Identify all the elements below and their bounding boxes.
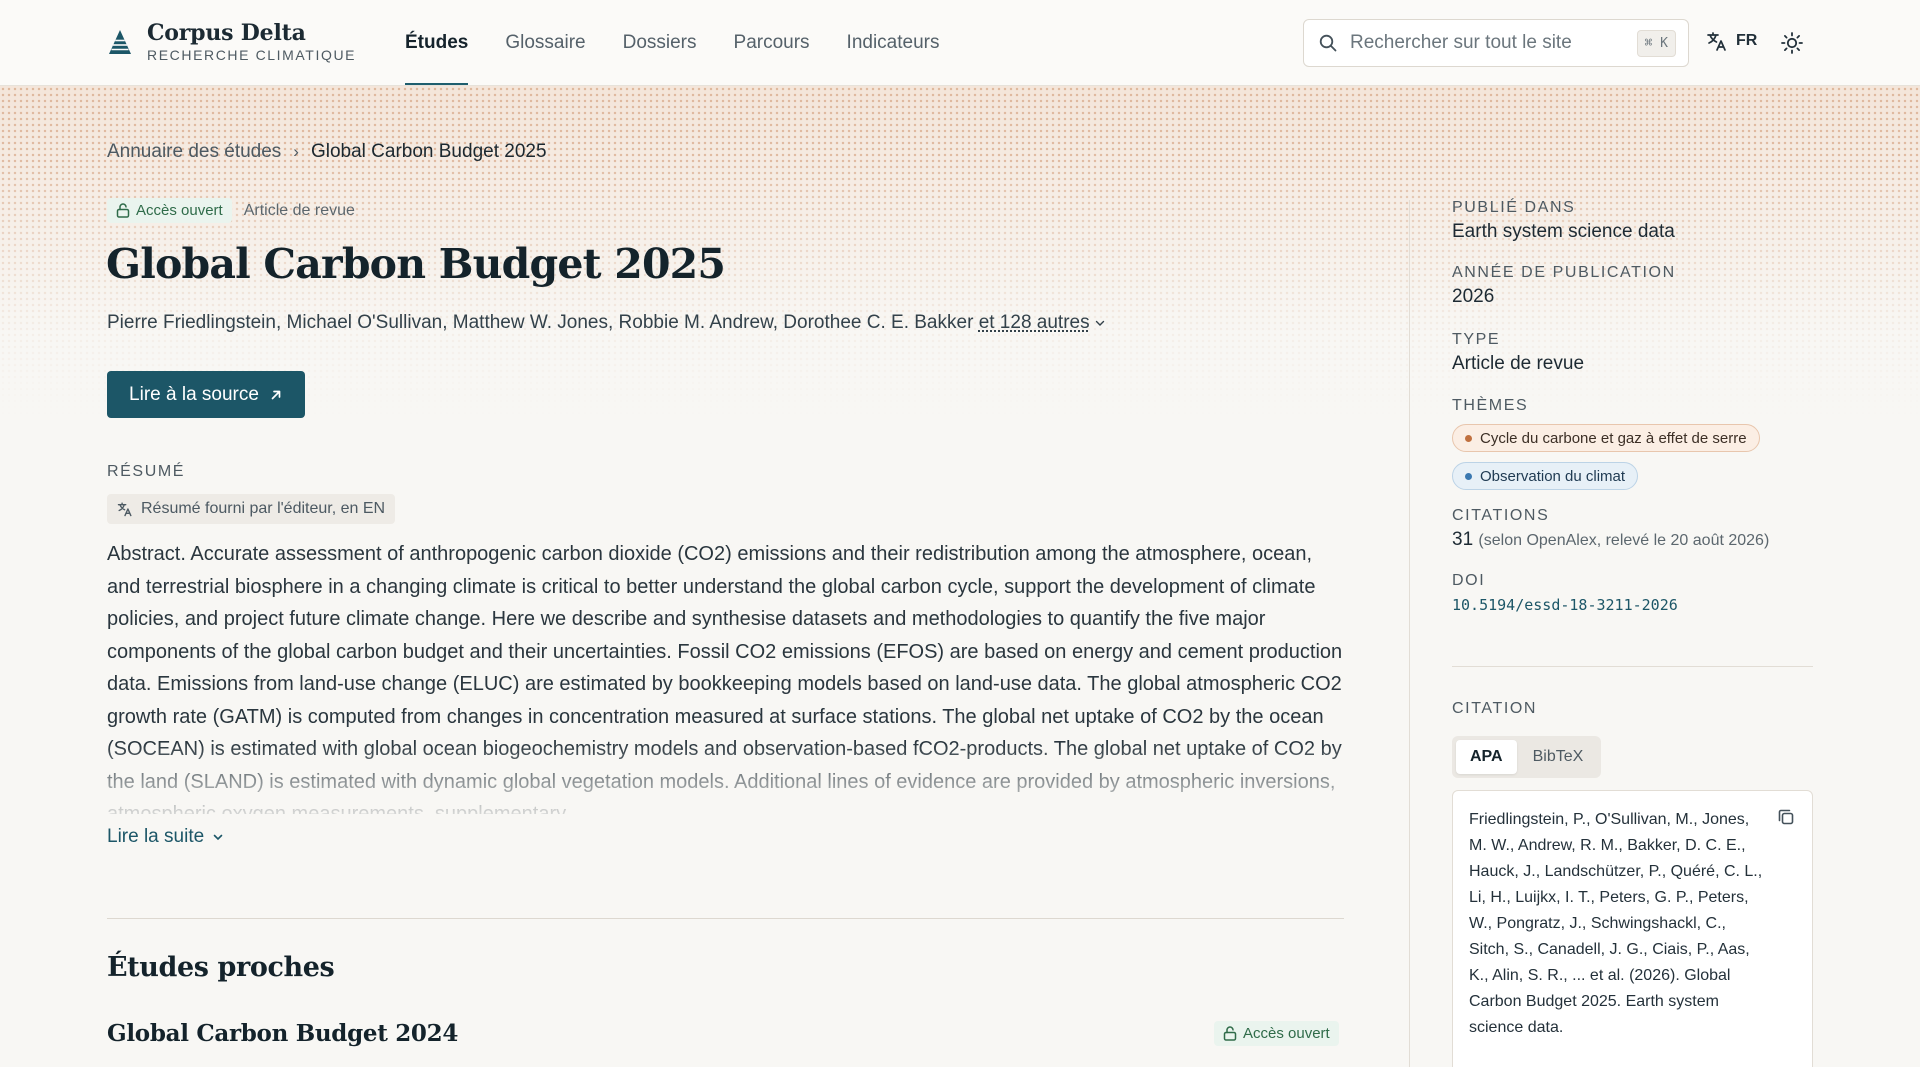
citations-note: (selon OpenAlex, relevé le 20 août 2026) xyxy=(1478,532,1769,549)
brand-name: Corpus Delta xyxy=(147,20,356,46)
brand-logo[interactable]: Corpus Delta RECHERCHE CLIMATIQUE xyxy=(107,20,356,64)
abstract-text: Abstract. Accurate assessment of anthrop… xyxy=(107,538,1347,814)
citation-heading: CITATION xyxy=(1452,700,1537,718)
tab-bibtex[interactable]: BibTeX xyxy=(1519,740,1598,774)
sidebar-divider xyxy=(1409,200,1410,1067)
meta-doi: DOI 10.5194/essd-18-3211-2026 xyxy=(1452,572,1678,614)
main-nav: Études Glossaire Dossiers Parcours Indic… xyxy=(405,0,940,86)
read-source-button[interactable]: Lire à la source xyxy=(107,371,305,418)
breadcrumb-parent[interactable]: Annuaire des études xyxy=(107,141,281,163)
nav-item-indicateurs[interactable]: Indicateurs xyxy=(847,0,940,86)
meta-label: ANNÉE DE PUBLICATION xyxy=(1452,264,1676,282)
authors-names: Pierre Friedlingstein, Michael O'Sulliva… xyxy=(107,312,973,333)
nav-item-dossiers[interactable]: Dossiers xyxy=(623,0,697,86)
chevron-right-icon: › xyxy=(293,142,299,162)
copy-icon[interactable] xyxy=(1776,807,1796,827)
meta-label: PUBLIÉ DANS xyxy=(1452,199,1675,217)
theme-chip-label: Observation du climat xyxy=(1480,468,1625,485)
nav-item-parcours[interactable]: Parcours xyxy=(734,0,810,86)
citation-text: Friedlingstein, P., O'Sullivan, M., Jone… xyxy=(1469,807,1769,1041)
open-access-badge: Accès ouvert xyxy=(1214,1021,1339,1046)
search-input[interactable]: Rechercher sur tout le site ⌘ K xyxy=(1303,19,1689,67)
meta-citations: CITATIONS 31 (selon OpenAlex, relevé le … xyxy=(1452,507,1769,551)
related-study-title[interactable]: Global Carbon Budget 2024 xyxy=(107,1020,458,1047)
language-switcher[interactable]: FR xyxy=(1706,30,1757,52)
meta-value: 2026 xyxy=(1452,286,1676,308)
arrow-up-right-icon xyxy=(269,388,283,402)
abstract-container: Abstract. Accurate assessment of anthrop… xyxy=(107,538,1347,814)
citations-count: 31 xyxy=(1452,529,1473,550)
citations-value: 31 (selon OpenAlex, relevé le 20 août 20… xyxy=(1452,529,1769,551)
read-source-label: Lire à la source xyxy=(129,384,259,406)
meta-label: DOI xyxy=(1452,572,1678,590)
authors-more-label: et 128 autres xyxy=(979,312,1090,333)
theme-chip-label: Cycle du carbone et gaz à effet de serre xyxy=(1480,430,1747,447)
meta-type: TYPE Article de revue xyxy=(1452,331,1584,375)
search-icon xyxy=(1318,33,1338,53)
author-list: Pierre Friedlingstein, Michael O'Sulliva… xyxy=(107,312,1106,334)
search-placeholder: Rechercher sur tout le site xyxy=(1350,32,1637,54)
meta-label: TYPE xyxy=(1452,331,1584,349)
lock-open-icon xyxy=(1223,1026,1237,1041)
meta-themes: THÈMES xyxy=(1452,397,1528,415)
language-code: FR xyxy=(1736,32,1757,50)
meta-published-in: PUBLIÉ DANS Earth system science data xyxy=(1452,199,1675,243)
citation-format-tabs: APA BibTeX xyxy=(1452,736,1601,778)
summary-provider-text: Résumé fourni par l'éditeur, en EN xyxy=(141,500,385,518)
theme-chip-carbon[interactable]: Cycle du carbone et gaz à effet de serre xyxy=(1452,424,1760,452)
chevron-down-icon xyxy=(212,832,224,842)
brand-subtitle: RECHERCHE CLIMATIQUE xyxy=(147,46,356,64)
breadcrumb-current: Global Carbon Budget 2025 xyxy=(311,141,547,163)
article-badges: Accès ouvert Article de revue xyxy=(107,198,355,223)
summary-provider-note: Résumé fourni par l'éditeur, en EN xyxy=(107,494,395,524)
doi-link[interactable]: 10.5194/essd-18-3211-2026 xyxy=(1452,596,1678,614)
search-shortcut: ⌘ K xyxy=(1637,30,1676,57)
read-more-button[interactable]: Lire la suite xyxy=(107,826,224,848)
meta-value: Earth system science data xyxy=(1452,221,1675,243)
theme-chip-observation[interactable]: Observation du climat xyxy=(1452,462,1638,490)
lock-open-icon xyxy=(116,203,130,218)
meta-year: ANNÉE DE PUBLICATION 2026 xyxy=(1452,264,1676,308)
translate-icon xyxy=(1706,30,1728,52)
meta-value: Article de revue xyxy=(1452,353,1584,375)
section-divider xyxy=(107,918,1344,919)
open-access-badge: Accès ouvert xyxy=(107,198,232,223)
open-access-label: Accès ouvert xyxy=(1243,1025,1330,1042)
theme-dot xyxy=(1465,435,1472,442)
authors-more-toggle[interactable]: et 128 autres xyxy=(979,312,1106,333)
breadcrumb: Annuaire des études › Global Carbon Budg… xyxy=(107,141,547,163)
top-bar: Corpus Delta RECHERCHE CLIMATIQUE Études… xyxy=(0,0,1920,86)
open-access-label: Accès ouvert xyxy=(136,202,223,219)
nav-item-glossaire[interactable]: Glossaire xyxy=(505,0,585,86)
related-studies-heading: Études proches xyxy=(107,952,334,983)
chevron-down-icon xyxy=(1094,318,1106,328)
sidebar-section-divider xyxy=(1452,666,1813,667)
article-type-badge: Article de revue xyxy=(244,202,355,220)
sun-icon[interactable] xyxy=(1780,31,1804,55)
triangle-stack-icon xyxy=(107,28,133,56)
translate-icon xyxy=(117,501,133,517)
meta-label: THÈMES xyxy=(1452,397,1528,415)
summary-heading: RÉSUMÉ xyxy=(107,463,185,481)
nav-item-etudes[interactable]: Études xyxy=(405,0,468,86)
theme-dot xyxy=(1465,473,1472,480)
meta-label: CITATION xyxy=(1452,700,1537,718)
meta-label: CITATIONS xyxy=(1452,507,1769,525)
citation-box: Friedlingstein, P., O'Sullivan, M., Jone… xyxy=(1452,790,1813,1067)
tab-apa[interactable]: APA xyxy=(1456,740,1517,774)
page-title: Global Carbon Budget 2025 xyxy=(106,240,725,288)
read-more-label: Lire la suite xyxy=(107,826,204,848)
